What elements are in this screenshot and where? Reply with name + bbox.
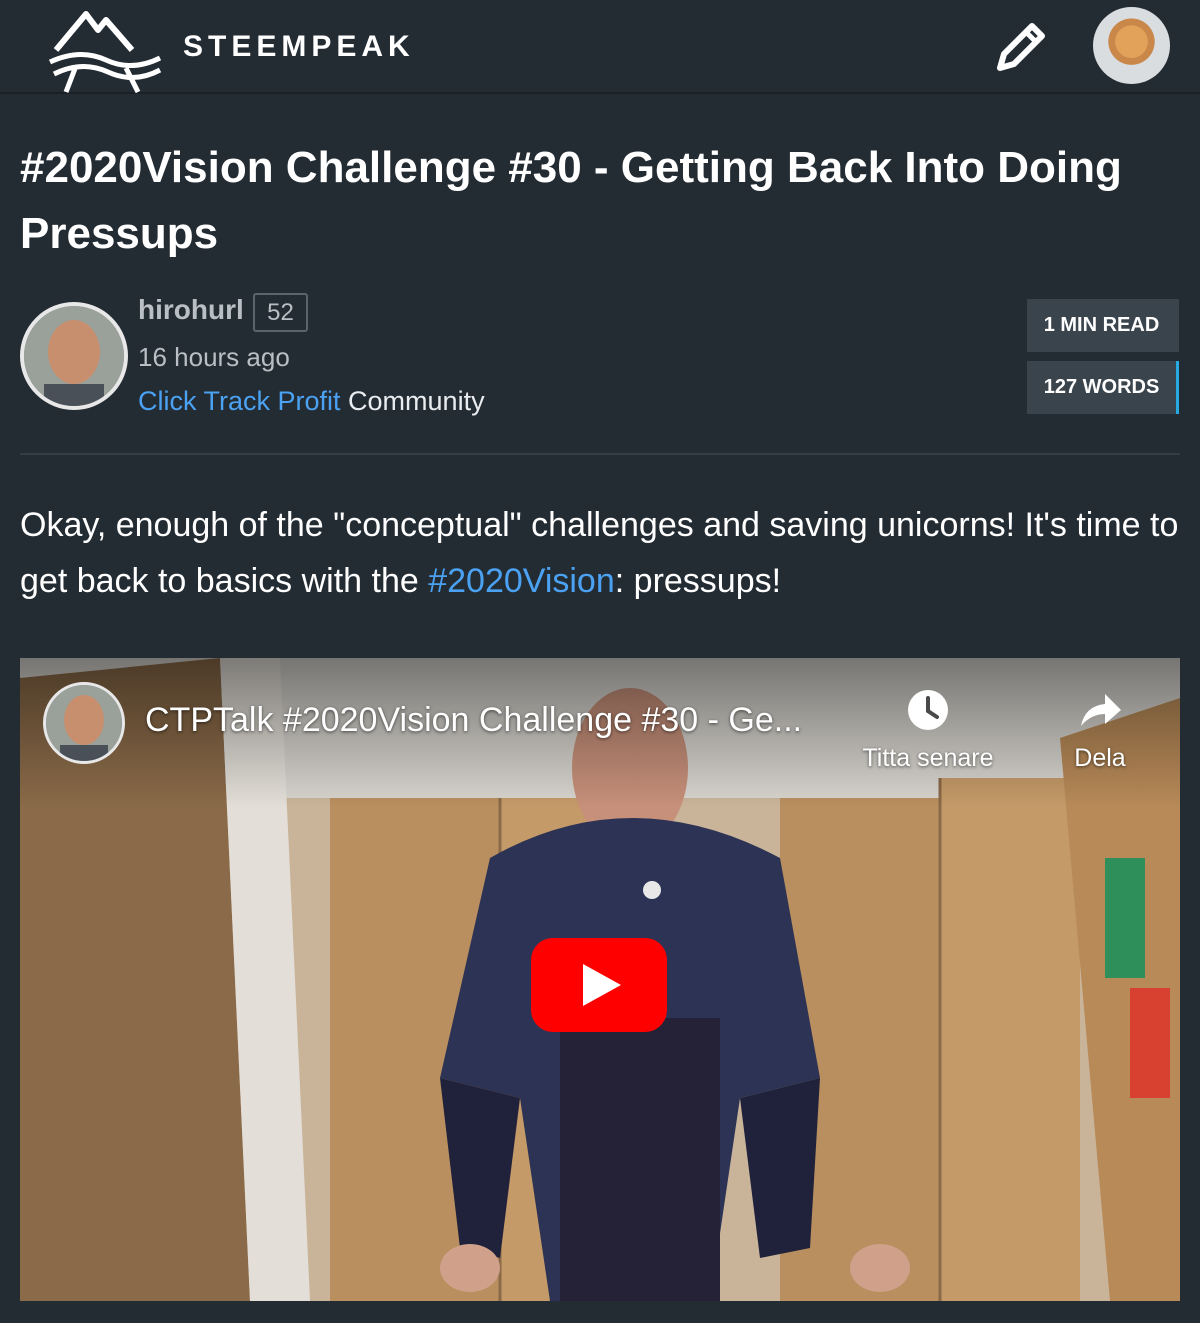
read-time-badge: 1 MIN READ: [1027, 299, 1179, 352]
pencil-icon[interactable]: [990, 16, 1052, 78]
author-photo: [24, 306, 124, 406]
community-link[interactable]: Click Track Profit: [138, 386, 341, 416]
steempeak-logo-icon[interactable]: [46, 4, 164, 94]
post-title: #2020Vision Challenge #30 - Getting Back…: [20, 143, 1122, 258]
channel-photo: [46, 685, 122, 761]
community-label: Community: [348, 386, 485, 416]
divider: [20, 453, 1180, 455]
share-label: Dela: [1074, 744, 1126, 772]
watch-later-button[interactable]: Titta senare: [848, 684, 1008, 784]
post-time: 16 hours ago: [138, 342, 290, 372]
user-avatar[interactable]: [1093, 7, 1170, 84]
clock-icon: [908, 690, 948, 730]
intro-text-after: : pressups!: [614, 562, 782, 600]
brand-name[interactable]: STEEMPEAK: [183, 30, 415, 64]
top-bar: STEEMPEAK: [0, 0, 1200, 94]
post-intro: Okay, enough of the "conceptual" challen…: [20, 497, 1180, 609]
community-line: Click Track Profit Community: [138, 386, 485, 417]
share-arrow-icon: [1081, 694, 1121, 726]
play-icon[interactable]: [531, 938, 667, 1032]
share-button[interactable]: Dela: [1050, 684, 1150, 784]
hashtag-link[interactable]: #2020Vision: [428, 562, 615, 600]
watch-later-label: Titta senare: [862, 744, 994, 772]
video-title[interactable]: CTPTalk #2020Vision Challenge #30 - Ge..…: [145, 701, 845, 740]
reputation-badge: 52: [253, 293, 308, 332]
author-name[interactable]: hirohurl: [138, 294, 244, 326]
youtube-embed[interactable]: CTPTalk #2020Vision Challenge #30 - Ge..…: [20, 658, 1180, 1301]
word-count-badge: 127 WORDS: [1027, 361, 1179, 414]
author-avatar[interactable]: [20, 302, 128, 410]
channel-avatar[interactable]: [43, 682, 125, 764]
